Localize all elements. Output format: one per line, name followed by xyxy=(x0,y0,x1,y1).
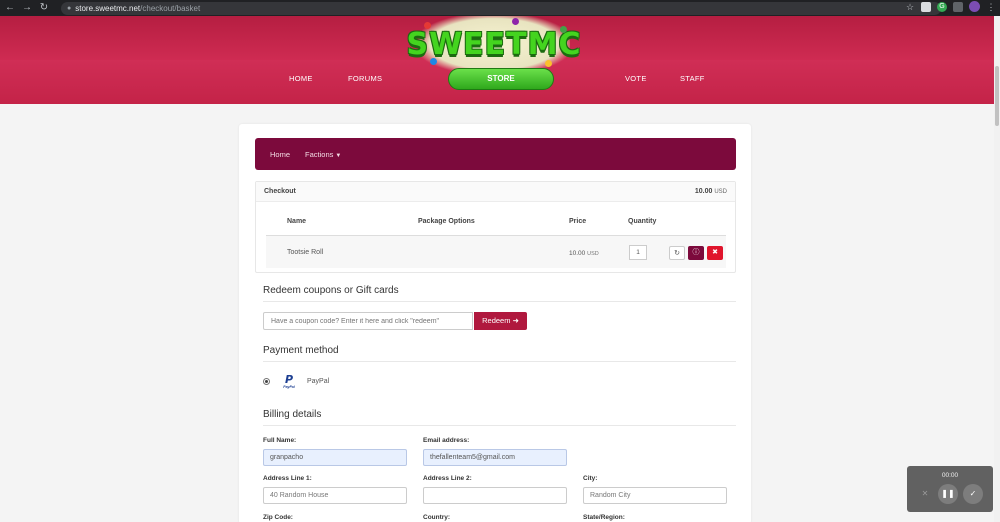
paypal-mark: P xyxy=(284,373,294,386)
checkout-total-currency: USD xyxy=(714,189,727,195)
back-arrow-icon[interactable]: ← xyxy=(3,1,17,15)
close-icon: ✖ xyxy=(712,249,718,256)
browser-toolbar: ← → ↻ ● store.sweetmc.net/checkout/baske… xyxy=(0,0,1000,16)
arrow-right-icon: ➜ xyxy=(512,316,519,325)
column-header-options: Package Options xyxy=(418,218,475,225)
payment-section-title: Payment method xyxy=(263,345,339,356)
city-field[interactable]: Random City xyxy=(583,487,727,504)
billing-section-title: Billing details xyxy=(263,409,322,420)
item-price-currency: USD xyxy=(587,251,599,257)
refresh-icon: ↻ xyxy=(674,250,680,257)
bookmark-star-icon[interactable]: ☆ xyxy=(905,2,915,12)
nav-home[interactable]: HOME xyxy=(289,74,313,83)
quantity-input[interactable]: 1 xyxy=(629,245,647,260)
info-icon: ⓘ xyxy=(692,249,700,256)
candy-decoration-icon xyxy=(424,22,431,29)
site-header: SWEETMC HOME FORUMS STORE VOTE STAFF xyxy=(0,16,1000,104)
checkout-total-amount: 10.00 xyxy=(694,188,713,195)
nav-vote[interactable]: VOTE xyxy=(625,74,647,83)
url-path: /checkout/basket xyxy=(140,3,201,13)
column-header-price: Price xyxy=(569,218,587,225)
nav-store-button[interactable]: STORE xyxy=(448,68,554,90)
coupon-section-title: Redeem coupons or Gift cards xyxy=(263,285,399,296)
email-label: Email address: xyxy=(423,437,470,444)
subnav-factions-label: Factions xyxy=(305,149,334,159)
address1-field[interactable]: 40 Random House xyxy=(263,487,407,504)
address-bar[interactable]: ● store.sweetmc.net/checkout/basket xyxy=(61,1,941,15)
item-price: 10.00 USD xyxy=(569,250,599,257)
candy-decoration-icon xyxy=(545,60,552,67)
address2-field[interactable] xyxy=(423,487,567,504)
paypal-label: PayPal xyxy=(307,378,330,385)
address2-label: Address Line 2: xyxy=(423,475,472,482)
section-divider xyxy=(263,425,736,426)
logo-text: SWEETMC xyxy=(406,26,582,62)
scrollbar-thumb[interactable] xyxy=(995,66,999,126)
pause-icon: ❚❚ xyxy=(941,489,955,498)
section-divider xyxy=(263,361,736,362)
column-header-name: Name xyxy=(287,218,307,225)
item-name: Tootsie Roll xyxy=(287,249,324,256)
lock-icon: ● xyxy=(67,4,72,12)
store-subnav: Home Factions ▼ xyxy=(255,138,736,170)
country-label: Country: xyxy=(423,514,451,521)
grammarly-extension-icon[interactable]: G xyxy=(937,1,947,12)
checkout-total: 10.00 USD xyxy=(695,188,727,195)
checkout-panel: Checkout 10.00 USD Name Package Options … xyxy=(255,181,736,273)
subnav-home[interactable]: Home xyxy=(270,150,290,159)
screen-recorder-widget: 00:00 ✕ ❚❚ ✓ xyxy=(907,466,993,512)
candy-decoration-icon xyxy=(430,58,437,65)
caret-down-icon: ▼ xyxy=(335,152,342,159)
paypal-logo-word: PayPal xyxy=(283,385,295,389)
remove-item-button[interactable]: ✖ xyxy=(707,246,723,260)
update-quantity-button[interactable]: ↻ xyxy=(669,246,685,260)
page-scrollbar[interactable] xyxy=(994,16,1000,522)
email-field[interactable]: thefallenteam5@gmail.com xyxy=(423,449,567,466)
close-icon: ✕ xyxy=(921,489,929,498)
candy-decoration-icon xyxy=(560,26,567,33)
extension-puzzle-icon[interactable] xyxy=(953,1,963,12)
recorder-timer: 00:00 xyxy=(941,472,959,479)
item-price-amount: 10.00 xyxy=(569,250,586,257)
checkmark-icon: ✓ xyxy=(969,489,977,498)
checkout-card: Home Factions ▼ Checkout 10.00 USD Name P… xyxy=(239,124,751,522)
state-region-label: State/Region: xyxy=(583,514,625,521)
column-header-quantity: Quantity xyxy=(628,218,657,225)
package-info-button[interactable]: ⓘ xyxy=(688,246,704,260)
paypal-radio[interactable] xyxy=(263,378,270,385)
full-name-field[interactable]: granpacho xyxy=(263,449,407,466)
city-label: City: xyxy=(583,475,598,482)
subnav-factions-dropdown[interactable]: Factions ▼ xyxy=(305,150,341,159)
full-name-label: Full Name: xyxy=(263,437,297,444)
redeem-button[interactable]: Redeem ➜ xyxy=(474,312,527,330)
table-row xyxy=(266,236,726,268)
recorder-pause-button[interactable]: ❚❚ xyxy=(938,484,958,504)
nav-forums[interactable]: FORUMS xyxy=(348,74,382,83)
url-host: store.sweetmc.net xyxy=(75,3,141,13)
candy-decoration-icon xyxy=(512,18,519,25)
checkout-title: Checkout xyxy=(264,188,296,195)
profile-avatar-icon[interactable] xyxy=(969,1,980,12)
nav-staff[interactable]: STAFF xyxy=(680,74,705,83)
reload-icon[interactable]: ↻ xyxy=(37,1,51,15)
redeem-button-label: Redeem xyxy=(482,316,511,325)
recorder-cancel-button[interactable]: ✕ xyxy=(915,484,935,504)
forward-arrow-icon[interactable]: → xyxy=(20,1,34,15)
section-divider xyxy=(263,301,736,302)
coupon-code-input[interactable] xyxy=(263,312,473,330)
browser-menu-icon[interactable]: ⋮ xyxy=(986,2,996,12)
address1-label: Address Line 1: xyxy=(263,475,312,482)
paypal-logo-icon: P PayPal xyxy=(282,374,296,390)
recorder-done-button[interactable]: ✓ xyxy=(963,484,983,504)
zip-code-label: Zip Code: xyxy=(263,514,293,521)
extension-icon[interactable] xyxy=(921,1,931,12)
checkout-header: Checkout 10.00 USD xyxy=(256,182,735,202)
